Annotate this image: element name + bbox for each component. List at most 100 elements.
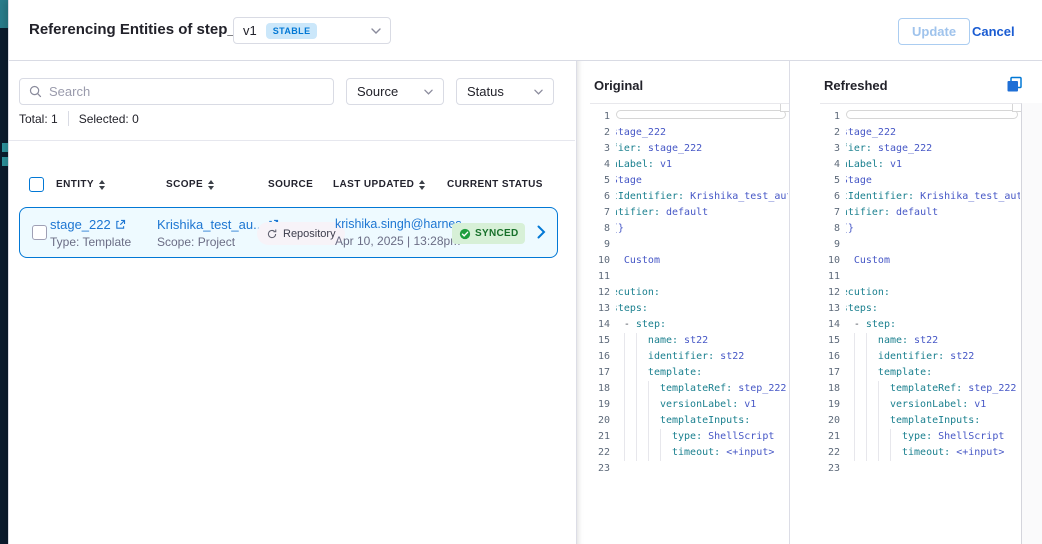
code-scroll-area[interactable]: template: name: stage_222 identifier: st… <box>846 109 1020 544</box>
column-header-scope[interactable]: SCOPE <box>166 179 214 190</box>
code-line: spec: <box>616 269 788 285</box>
status-filter-dropdown[interactable]: Status <box>456 78 554 105</box>
section-divider <box>9 140 575 141</box>
code-line: type: Stage <box>846 173 1020 189</box>
code-line: execution: <box>846 285 1020 301</box>
table-row[interactable]: stage_222 Type: Template Krishika_test_a… <box>19 207 558 258</box>
pane-divider <box>789 61 790 544</box>
line-number: 9 <box>820 237 840 253</box>
line-number: 23 <box>820 461 840 477</box>
line-number: 10 <box>590 253 610 269</box>
code-line: projectIdentifier: Krishika_test_aut <box>616 189 788 205</box>
column-header-source: SOURCE <box>268 179 313 190</box>
line-number: 21 <box>590 429 610 445</box>
indent-guide <box>866 413 867 429</box>
original-code-editor[interactable]: 1234567891011121314151617181920212223 te… <box>590 103 789 544</box>
code-line: versionLabel: v1 <box>846 157 1020 173</box>
code-line: versionLabel: v1 <box>616 157 788 173</box>
code-line: versionLabel: v1 <box>846 397 1020 413</box>
version-dropdown[interactable]: v1 STABLE <box>233 17 391 44</box>
source-badge: Repository <box>257 222 345 245</box>
indent-guide <box>878 413 879 429</box>
sort-icon[interactable] <box>99 180 105 190</box>
entity-link[interactable]: stage_222 <box>50 217 131 232</box>
code-content: template: name: stage_222 identifier: st… <box>616 109 788 477</box>
line-number: 22 <box>590 445 610 461</box>
code-line <box>616 461 788 477</box>
indent-guide <box>624 365 625 381</box>
code-line: projectIdentifier: Krishika_test_aut <box>846 189 1020 205</box>
entity-type: Type: Template <box>50 235 131 249</box>
indent-guide <box>890 445 891 461</box>
code-line: orgIdentifier: default <box>846 205 1020 221</box>
refreshed-pane-title: Refreshed <box>824 78 888 93</box>
line-number: 6 <box>590 189 610 205</box>
chevron-down-icon <box>534 89 543 95</box>
code-line: spec: <box>846 269 1020 285</box>
line-number: 1 <box>820 109 840 125</box>
line-number-gutter: 1234567891011121314151617181920212223 <box>590 109 610 477</box>
line-number: 6 <box>820 189 840 205</box>
refreshed-code-editor[interactable]: 1234567891011121314151617181920212223 te… <box>820 103 1022 544</box>
code-scroll-area[interactable]: template: name: stage_222 identifier: st… <box>616 109 788 544</box>
sort-icon[interactable] <box>419 180 425 190</box>
line-number: 7 <box>820 205 840 221</box>
code-line: execution: <box>616 285 788 301</box>
search-input[interactable] <box>49 84 324 99</box>
row-checkbox[interactable] <box>32 225 47 240</box>
code-line: identifier: stage_222 <box>616 141 788 157</box>
indent-guide <box>854 333 855 349</box>
indent-guide <box>624 445 625 461</box>
code-line: - step: <box>616 317 788 333</box>
line-number-gutter: 1234567891011121314151617181920212223 <box>820 109 840 477</box>
copy-icon[interactable] <box>1005 75 1025 95</box>
sort-icon[interactable] <box>208 180 214 190</box>
chevron-down-icon <box>424 89 433 95</box>
repository-icon <box>266 228 278 240</box>
line-number: 11 <box>590 269 610 285</box>
indent-guide <box>636 365 637 381</box>
indent-guide <box>660 429 661 445</box>
chevron-right-icon[interactable] <box>537 225 546 239</box>
select-all-checkbox[interactable] <box>29 177 44 192</box>
referencing-entities-modal: Referencing Entities of step_222 v1 STAB… <box>8 0 1042 544</box>
selected-count: Selected: 0 <box>79 112 139 126</box>
indent-guide <box>866 429 867 445</box>
line-number: 17 <box>590 365 610 381</box>
line-number: 23 <box>590 461 610 477</box>
line-number: 4 <box>590 157 610 173</box>
indent-guide <box>866 381 867 397</box>
indent-guide <box>660 445 661 461</box>
code-line: name: stage_222 <box>616 125 788 141</box>
code-line: steps: <box>846 301 1020 317</box>
indent-guide <box>648 381 649 397</box>
search-box <box>19 78 334 105</box>
line-number: 12 <box>820 285 840 301</box>
update-button[interactable]: Update <box>898 18 970 45</box>
results-summary: Total: 1 Selected: 0 <box>19 111 139 126</box>
cancel-button[interactable]: Cancel <box>972 24 1015 39</box>
line-number: 20 <box>820 413 840 429</box>
source-filter-dropdown[interactable]: Source <box>346 78 444 105</box>
horizontal-scrollbar[interactable] <box>846 110 1018 119</box>
indent-guide <box>878 445 879 461</box>
code-line: template: <box>846 365 1020 381</box>
indent-guide <box>854 429 855 445</box>
column-header-entity[interactable]: ENTITY <box>56 179 105 190</box>
horizontal-scrollbar[interactable] <box>616 110 786 119</box>
indent-guide <box>854 445 855 461</box>
line-number: 3 <box>820 141 840 157</box>
code-line: identifier: st22 <box>616 349 788 365</box>
line-number: 20 <box>590 413 610 429</box>
column-header-last-updated[interactable]: LAST UPDATED <box>333 179 425 190</box>
indent-guide <box>866 445 867 461</box>
indent-guide <box>866 365 867 381</box>
line-number: 19 <box>590 397 610 413</box>
indent-guide <box>866 349 867 365</box>
code-line: timeout: <+input> <box>616 445 788 461</box>
line-number: 13 <box>590 301 610 317</box>
code-line: type: ShellScript <box>846 429 1020 445</box>
line-number: 5 <box>820 173 840 189</box>
line-number: 16 <box>820 349 840 365</box>
line-number: 16 <box>590 349 610 365</box>
